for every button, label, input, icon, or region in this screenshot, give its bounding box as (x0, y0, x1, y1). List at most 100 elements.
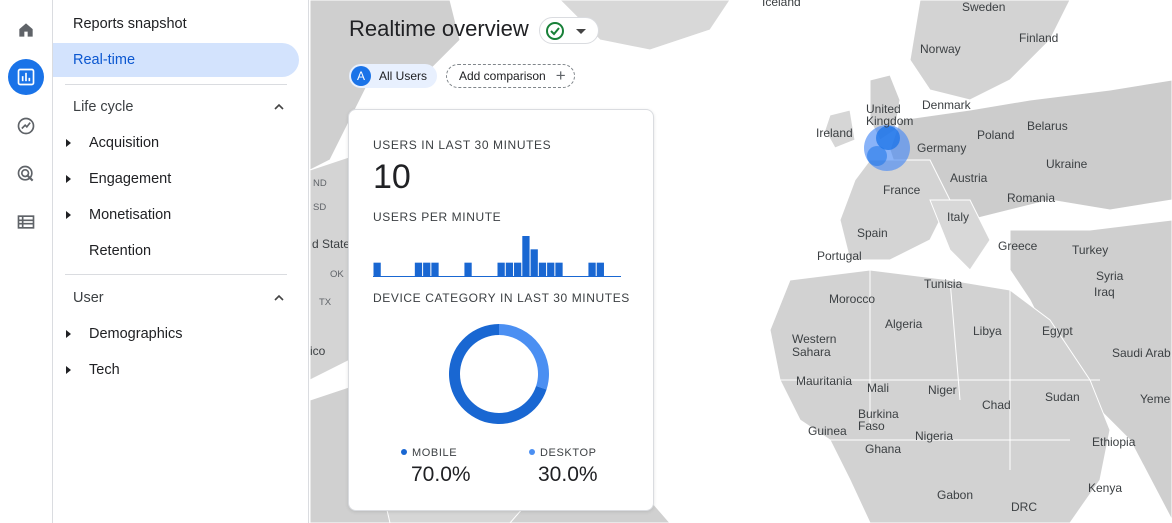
advertising-icon[interactable] (8, 156, 44, 192)
legend-dot (529, 449, 535, 455)
donut-slice-desktop[interactable] (499, 324, 549, 390)
map-label: Yeme (1140, 392, 1171, 406)
reports-nav: Reports snapshot Real-time Life cycle Ac… (53, 0, 309, 523)
all-users-chip[interactable]: A All Users (349, 64, 438, 88)
device-label: DEVICE CATEGORY IN LAST 30 MINUTES (373, 291, 630, 305)
bar-minute-17[interactable] (514, 262, 522, 276)
explore-icon[interactable] (8, 108, 44, 144)
legend-mobile: MOBILE (401, 447, 457, 459)
map-label: Germany (917, 141, 967, 155)
map-label: Finland (1019, 31, 1059, 45)
bar-minute-20[interactable] (538, 262, 547, 276)
nav-divider (65, 274, 287, 275)
users-per-minute-chart[interactable] (373, 232, 623, 278)
legend-desktop: DESKTOP (529, 447, 597, 459)
nav-label: Real-time (73, 52, 136, 68)
expand-triangle-icon (66, 330, 71, 338)
nav-reports-snapshot[interactable]: Reports snapshot (53, 7, 299, 41)
bar-minute-0[interactable] (373, 262, 381, 276)
nav-realtime[interactable]: Real-time (53, 43, 299, 77)
map-label: Spain (857, 226, 888, 240)
user-location-marker[interactable] (867, 146, 887, 166)
bar-minute-27[interactable] (596, 262, 604, 276)
home-icon[interactable] (8, 12, 44, 48)
expand-triangle-icon (66, 139, 71, 147)
map-label: Iceland (762, 0, 801, 9)
nav-label: Retention (89, 243, 152, 259)
map-label: Morocco (829, 292, 876, 306)
nav-acquisition[interactable]: Acquisition (53, 126, 299, 160)
map-label: TX (319, 297, 332, 308)
nav-label: Tech (89, 362, 120, 378)
map-label: France (883, 183, 921, 197)
map-label: Mauritania (796, 374, 853, 388)
nav-label: Engagement (89, 171, 172, 187)
segment-badge: A (351, 66, 371, 86)
map-label: Western Sahara (792, 332, 837, 359)
bar-minute-19[interactable] (530, 249, 538, 276)
map-label: Sudan (1045, 390, 1080, 404)
map-label: Greece (998, 239, 1038, 253)
legend-label: DESKTOP (540, 447, 597, 459)
section-user[interactable]: User (53, 281, 299, 315)
map-label: OK (330, 269, 344, 280)
nav-label: Acquisition (89, 135, 160, 151)
bar-minute-21[interactable] (547, 262, 555, 276)
map-label: Iraq (1094, 285, 1115, 299)
map-label: Italy (947, 210, 970, 224)
section-lifecycle[interactable]: Life cycle (53, 90, 299, 124)
nav-label: Monetisation (89, 207, 172, 223)
map-label: Romania (1007, 191, 1056, 205)
map-label: Niger (928, 383, 957, 397)
chevron-up-icon (274, 294, 284, 301)
caret-down-icon (576, 29, 586, 34)
map-label: Chad (982, 398, 1011, 412)
users-30-value: 10 (373, 158, 411, 196)
map-label: Syria (1096, 269, 1124, 283)
bar-minute-18[interactable] (522, 236, 530, 276)
configure-icon[interactable] (8, 204, 44, 240)
bar-minute-5[interactable] (414, 262, 423, 276)
expand-triangle-icon (66, 366, 71, 374)
map-label: Mali (867, 381, 890, 395)
bar-minute-16[interactable] (505, 262, 514, 276)
map-label: Tunisia (924, 277, 963, 291)
check-circle-icon (546, 22, 564, 40)
plus-icon: + (555, 66, 566, 85)
users-30-label: USERS IN LAST 30 MINUTES (373, 138, 552, 152)
map-label: ND (313, 178, 327, 189)
bar-minute-22[interactable] (555, 262, 563, 276)
bar-minute-6[interactable] (423, 262, 431, 276)
map-label: Saudi Arab (1112, 346, 1171, 360)
map-label: Belarus (1027, 119, 1068, 133)
chevron-up-icon (274, 103, 284, 110)
section-title: Life cycle (73, 99, 134, 115)
map-label: Denmark (922, 98, 971, 112)
bar-minute-11[interactable] (464, 262, 472, 276)
map-label: Austria (950, 171, 988, 185)
map-label: Portugal (817, 249, 862, 263)
device-donut-chart[interactable] (449, 324, 549, 424)
map-label: Kenya (1088, 481, 1123, 495)
map-label: Burkina Faso (858, 407, 899, 433)
map-label: Turkey (1072, 243, 1109, 257)
nav-engagement[interactable]: Engagement (53, 162, 299, 196)
map-label: Ghana (865, 442, 902, 456)
bar-minute-15[interactable] (497, 262, 505, 276)
legend-label: MOBILE (412, 447, 458, 459)
nav-retention[interactable]: Retention (53, 234, 299, 268)
map-label: Ireland (816, 126, 853, 140)
expand-triangle-icon (66, 211, 71, 219)
bar-minute-26[interactable] (588, 262, 596, 276)
map-label: Sweden (962, 0, 1006, 14)
reports-icon[interactable] (8, 59, 44, 95)
data-status-dropdown[interactable] (539, 17, 599, 44)
legend-dot (401, 449, 407, 455)
add-comparison-button[interactable]: Add comparison + (446, 64, 575, 88)
nav-tech[interactable]: Tech (53, 353, 299, 387)
nav-monetisation[interactable]: Monetisation (53, 198, 299, 232)
bar-minute-7[interactable] (431, 262, 439, 276)
map-label: Poland (977, 128, 1015, 142)
icon-rail (0, 0, 53, 523)
nav-demographics[interactable]: Demographics (53, 317, 299, 351)
